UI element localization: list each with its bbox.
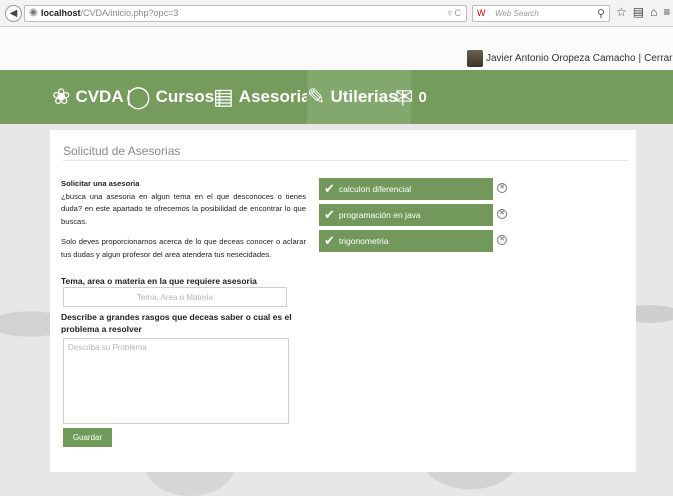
search-engine-icon[interactable]: W xyxy=(477,8,486,18)
search-icon[interactable]: ⚲ xyxy=(597,7,605,20)
envelope-icon: ✉ xyxy=(395,84,414,109)
document-icon: ▤ xyxy=(213,84,234,109)
tools-icon: ✎ xyxy=(307,84,326,109)
main-navigation: ❀ CVDA | ◯ Cursos | ▤ Asesorias | ✎ Util… xyxy=(0,70,673,124)
url-text: localhost/CVDA/inicio.php?opc=3 xyxy=(41,8,178,18)
title-divider xyxy=(63,160,629,161)
intro-text: Solicitar una asesoria ¿busca una asesor… xyxy=(61,178,306,269)
intro-paragraph-2: Solo deves proporcionarnos acerca de lo … xyxy=(61,237,306,259)
request-panel: Solicitud de Asesorias Solicitar una ase… xyxy=(50,130,636,472)
web-search-box[interactable]: W Web Search ⚲ xyxy=(472,5,610,22)
list-item: ✔ calculon diferencial ✕ xyxy=(319,178,545,200)
remove-icon[interactable]: ✕ xyxy=(497,209,507,219)
topic-label: Tema, area o materia en la que requiere … xyxy=(61,276,257,286)
brand-label: CVDA xyxy=(75,87,124,106)
user-name: Javier Antonio Oropeza Camacho xyxy=(486,53,636,64)
check-icon: ✔ xyxy=(324,207,335,222)
user-info: Javier Antonio Oropeza Camacho|Cerrar Se… xyxy=(486,53,673,64)
clipboard-icon[interactable]: ▤ xyxy=(633,5,650,19)
remove-icon[interactable]: ✕ xyxy=(497,235,507,245)
bookmark-star-icon[interactable]: ☆ xyxy=(616,5,633,19)
url-host: localhost xyxy=(41,8,81,18)
page-title: Solicitud de Asesorias xyxy=(63,144,181,158)
topic-pill[interactable]: ✔ programación en java xyxy=(319,204,493,226)
url-path: /CVDA/inicio.php?opc=3 xyxy=(80,8,179,18)
logout-link[interactable]: Cerrar Sesión xyxy=(644,53,673,64)
topic-pill[interactable]: ✔ calculon diferencial xyxy=(319,178,493,200)
home-icon[interactable]: ⌂ xyxy=(650,5,663,19)
inbox-count: 0 xyxy=(418,88,427,106)
reload-icon[interactable]: ▿ C xyxy=(447,8,461,19)
description-label: Describe a grandes rasgos que deceas sab… xyxy=(61,312,292,334)
browser-toolbar-icons: ☆▤⌂≡ xyxy=(616,5,673,19)
list-item: ✔ trigonometria ✕ xyxy=(319,230,545,252)
nav-label-utilerias: Utilerias xyxy=(330,87,398,106)
address-bar[interactable]: ◉ localhost/CVDA/inicio.php?opc=3 ▿ C xyxy=(24,5,467,22)
nav-inbox[interactable]: ✉ 0 xyxy=(395,70,427,124)
search-placeholder: Web Search xyxy=(495,9,539,18)
remove-icon[interactable]: ✕ xyxy=(497,183,507,193)
user-separator: | xyxy=(638,53,642,64)
back-button[interactable]: ◀ xyxy=(5,5,22,22)
globe-icon: ◯ xyxy=(126,84,151,109)
topic-pill[interactable]: ✔ trigonometria xyxy=(319,230,493,252)
problem-description-field[interactable] xyxy=(63,338,289,424)
intro-paragraph-1: ¿busca una asesoria en algun tema en el … xyxy=(61,191,306,226)
people-icon: ❀ xyxy=(52,84,71,109)
nav-brand[interactable]: ❀ CVDA | xyxy=(52,70,131,124)
list-item: ✔ programación en java ✕ xyxy=(319,204,545,226)
globe-icon: ◉ xyxy=(29,7,38,18)
browser-toolbar: ◀ ◉ localhost/CVDA/inicio.php?opc=3 ▿ C … xyxy=(0,0,673,27)
nav-label-cursos: Cursos xyxy=(155,87,215,106)
avatar xyxy=(467,50,483,67)
topic-label: trigonometria xyxy=(338,236,389,246)
intro-heading: Solicitar una asesoria xyxy=(61,179,140,188)
check-icon: ✔ xyxy=(324,233,335,248)
check-icon: ✔ xyxy=(324,181,335,196)
topic-label: calculon diferencial xyxy=(338,184,412,194)
nav-item-cursos[interactable]: ◯ Cursos | xyxy=(126,70,222,124)
topic-input[interactable] xyxy=(63,287,287,307)
menu-icon[interactable]: ≡ xyxy=(663,5,673,19)
topic-label: programación en java xyxy=(338,210,421,220)
save-button[interactable]: Guardar xyxy=(63,428,112,447)
